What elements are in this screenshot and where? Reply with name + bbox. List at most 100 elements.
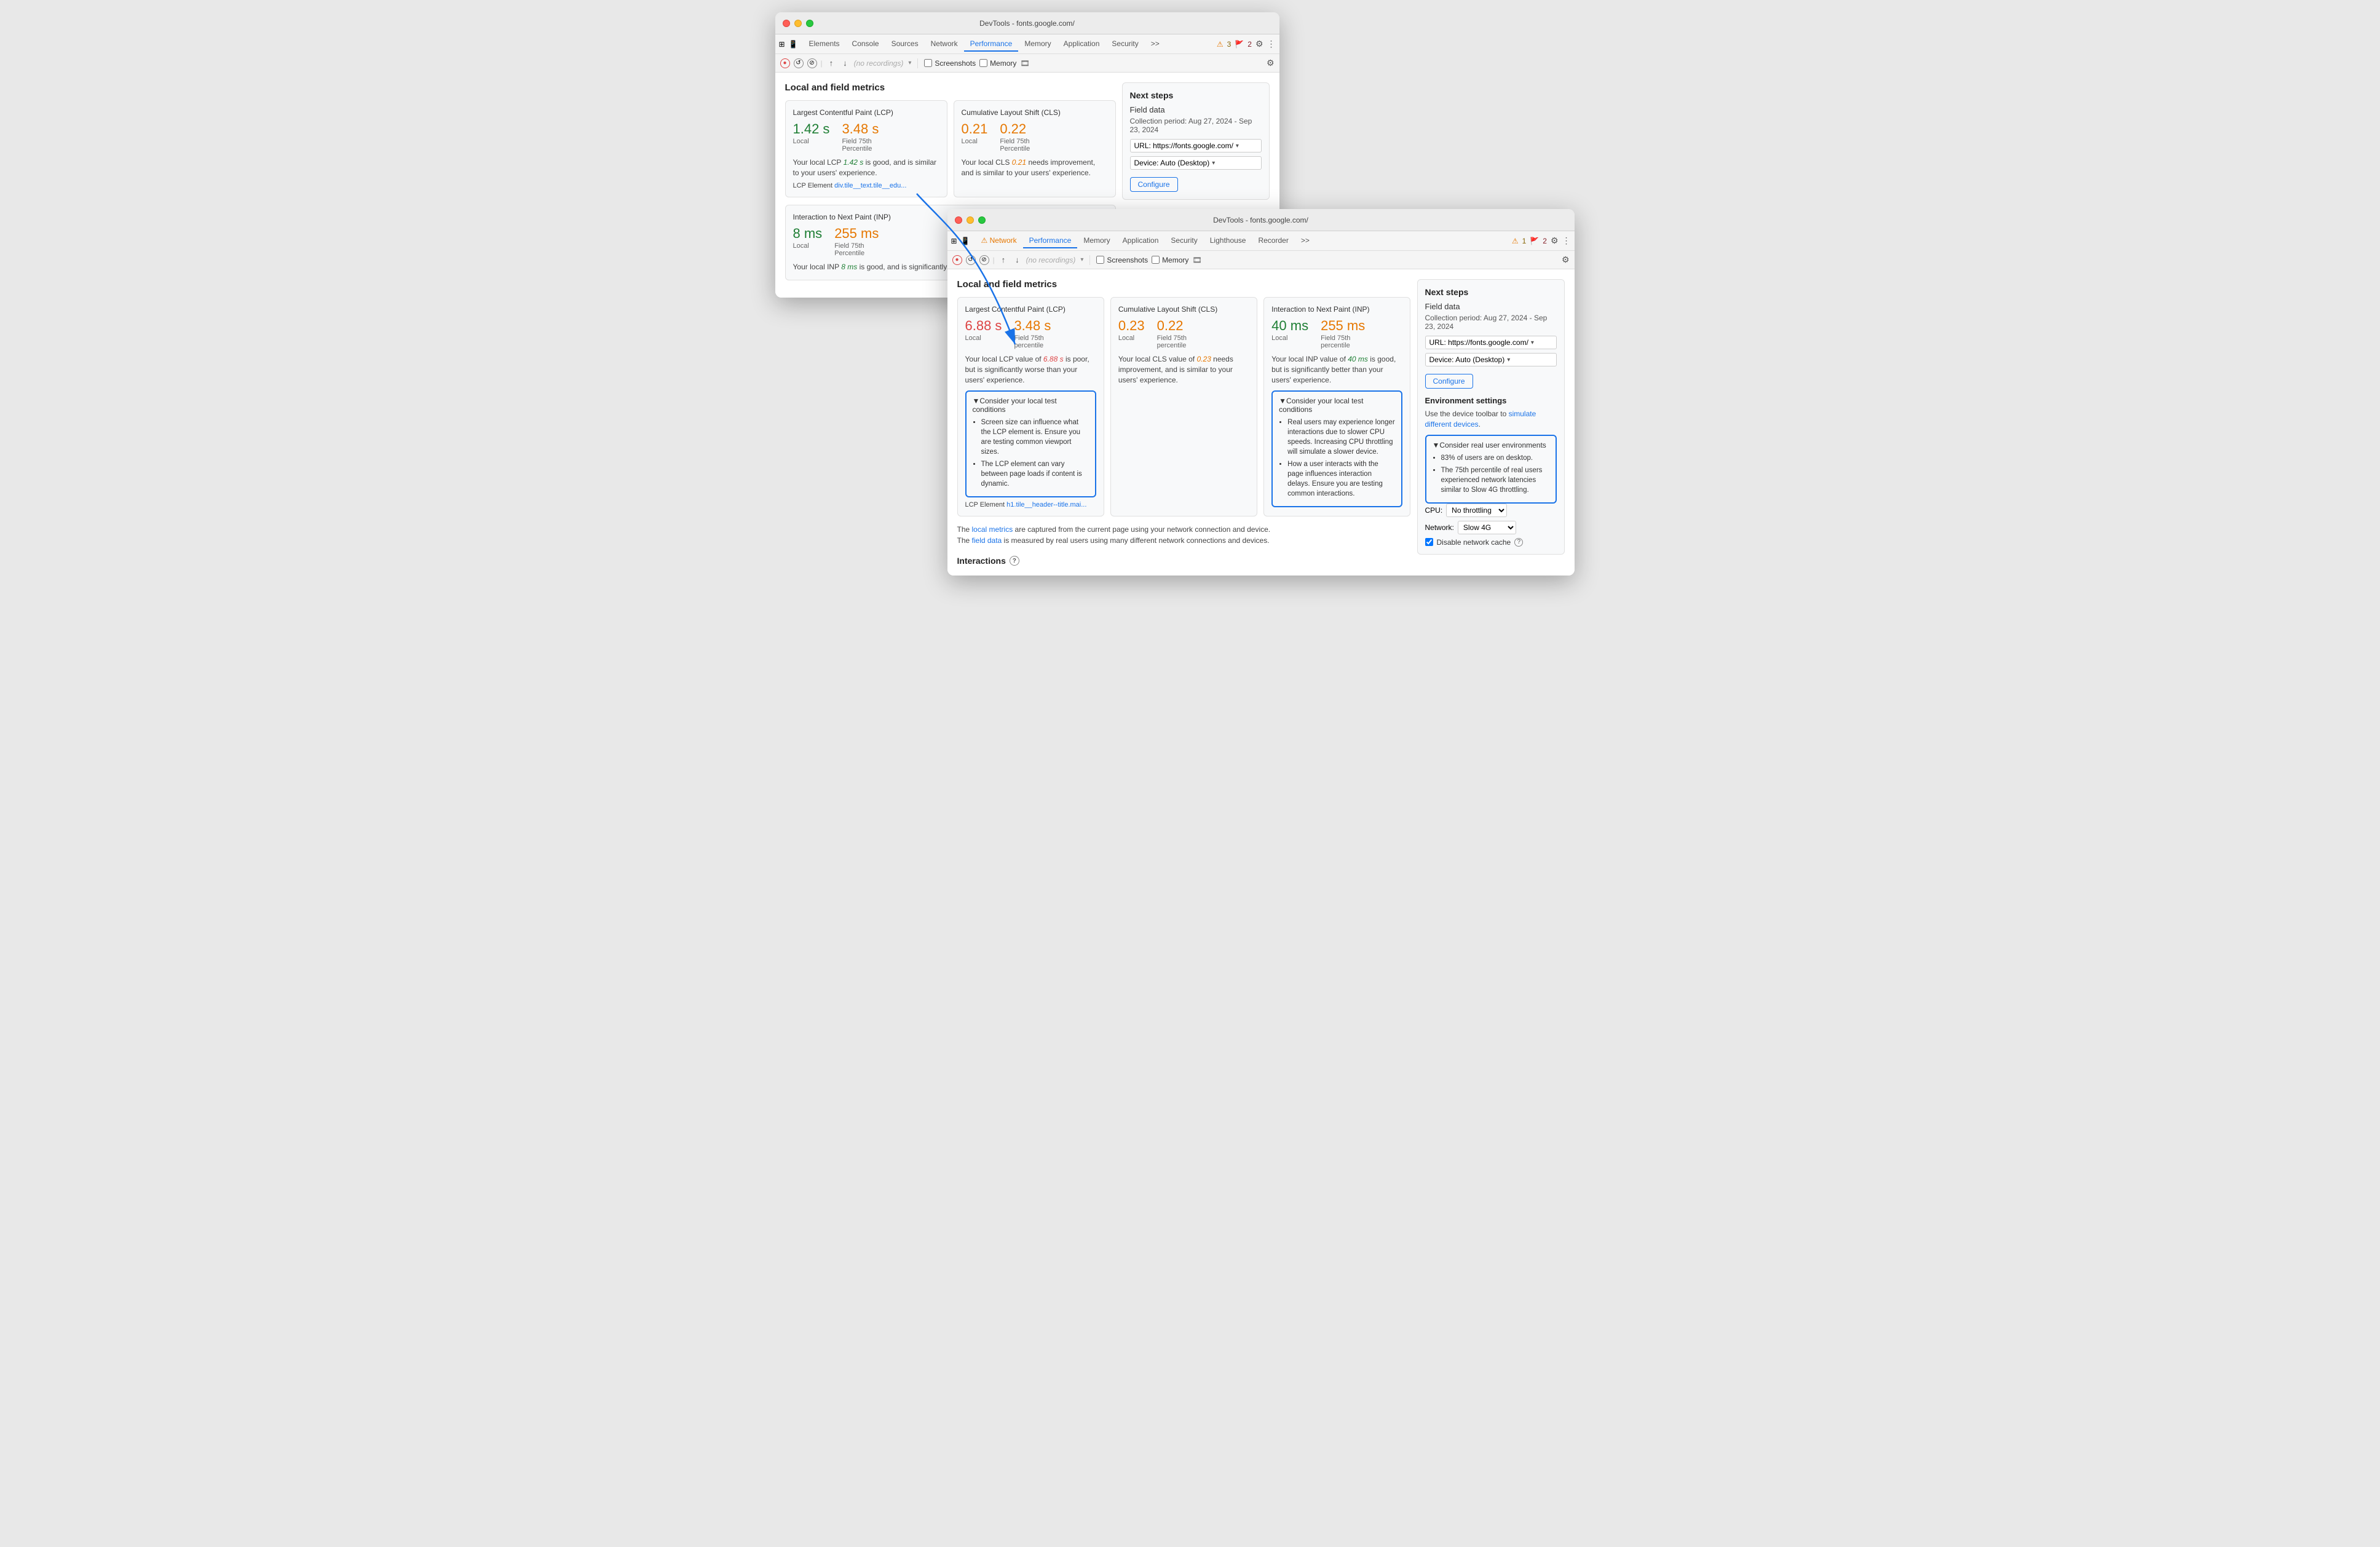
back-lcp-element-link[interactable]: div.tile__text.tile__edu... [834,182,906,189]
minimize-button[interactable] [794,20,802,27]
maximize-button[interactable] [806,20,813,27]
front-cls-title: Cumulative Layout Shift (CLS) [1118,305,1249,314]
reload-button-front[interactable]: ↺ [966,255,976,265]
front-close-button[interactable] [955,216,962,224]
simulate-devices-link[interactable]: simulate different devices [1425,410,1536,429]
tab-performance-front[interactable]: Performance [1023,234,1078,248]
tab-console-back[interactable]: Console [846,37,885,52]
front-inp-card: Interaction to Next Paint (INP) 40 ms Lo… [1263,297,1410,516]
screenshots-check-front[interactable] [1096,256,1104,264]
disable-cache-checkbox[interactable] [1425,538,1433,546]
separator-back [917,58,918,68]
tab-recorder-front[interactable]: Recorder [1252,234,1294,248]
back-configure-btn[interactable]: Configure [1130,177,1178,192]
tab-memory-back[interactable]: Memory [1018,37,1057,52]
interactions-help-icon[interactable]: ? [1010,556,1019,566]
close-button[interactable] [783,20,790,27]
front-cls-desc: Your local CLS value of 0.23 needs impro… [1118,354,1249,385]
front-cls-values: 0.23 Local 0.22 Field 75thpercentile [1118,318,1249,349]
back-lcp-element: LCP Element div.tile__text.tile__edu... [793,182,939,189]
front-real-users-item-2: The 75th percentile of real users experi… [1441,465,1549,495]
front-network-select[interactable]: Slow 4G Fast 4G No throttling [1458,521,1516,534]
front-url-select[interactable]: URL: https://fonts.google.com/ ▾ [1425,336,1557,349]
tab-lighthouse-front[interactable]: Lighthouse [1204,234,1252,248]
tab-security-back[interactable]: Security [1105,37,1144,52]
upload-button-front[interactable]: ↑ [998,253,1009,266]
more-icon-back[interactable]: ⋮ [1267,39,1276,49]
front-title-bar: DevTools - fonts.google.com/ [947,209,1575,231]
back-lcp-card: Largest Contentful Paint (LCP) 1.42 s Lo… [785,100,947,197]
front-cls-local-value: 0.23 [1118,318,1145,333]
front-device-chevron: ▾ [1507,357,1510,363]
tab-application-front[interactable]: Application [1117,234,1165,248]
record-settings-back[interactable]: ⚙ [1267,58,1275,68]
film-icon-front: 🎞 [1192,256,1201,264]
front-real-users-title: ▼Consider real user environments [1433,441,1549,449]
front-url-chevron: ▾ [1531,339,1534,346]
front-cls-field: 0.22 Field 75thpercentile [1157,318,1187,349]
screenshots-checkbox-back[interactable]: Screenshots [924,59,976,68]
warning-icon-front: ⚠ [1512,237,1519,245]
front-window-title: DevTools - fonts.google.com/ [1213,216,1308,224]
recordings-dropdown-front[interactable]: ▾ [1080,256,1083,263]
back-lcp-local: 1.42 s Local [793,122,830,152]
front-minimize-button[interactable] [967,216,974,224]
front-env-desc: Use the device toolbar to simulate diffe… [1425,409,1557,430]
stop-button-back[interactable]: ⊘ [807,58,817,68]
front-lcp-title: Largest Contentful Paint (LCP) [965,305,1096,314]
back-next-steps-title: Next steps [1130,90,1262,100]
back-window-title: DevTools - fonts.google.com/ [979,19,1075,28]
tab-more-front[interactable]: >> [1295,234,1316,248]
back-cls-field: 0.22 Field 75thPercentile [1000,122,1030,152]
memory-checkbox-front[interactable]: Memory [1152,256,1188,264]
front-record-toolbar: ● ↺ ⊘ | ↑ ↓ (no recordings) ▾ Screenshot… [947,251,1575,269]
front-maximize-button[interactable] [978,216,986,224]
tab-network-front[interactable]: ⚠ Network [975,234,1023,248]
separator-front [1089,255,1090,265]
front-panel-main: Local and field metrics Largest Contentf… [957,279,1411,566]
film-icon-back: 🎞 [1020,59,1029,68]
tab-more-back[interactable]: >> [1145,37,1166,52]
front-real-users-list: 83% of users are on desktop. The 75th pe… [1433,453,1549,495]
stop-button-front[interactable]: ⊘ [979,255,989,265]
download-button-front[interactable]: ↓ [1012,253,1022,266]
memory-check-back[interactable] [979,59,987,67]
front-lcp-consider-title: ▼Consider your local test conditions [973,397,1089,414]
memory-checkbox-back[interactable]: Memory [979,59,1016,68]
tab-memory-front[interactable]: Memory [1077,234,1116,248]
disable-cache-help[interactable]: ? [1514,538,1523,547]
front-configure-btn[interactable]: Configure [1425,374,1473,389]
tab-network-back[interactable]: Network [925,37,964,52]
front-lcp-element-link[interactable]: h1.tile__header--title.mai... [1006,501,1086,508]
more-icon-front[interactable]: ⋮ [1562,235,1571,246]
back-inp-field-value: 255 ms [834,226,879,241]
tab-performance-back[interactable]: Performance [964,37,1019,52]
front-lcp-consider-box: ▼Consider your local test conditions Scr… [965,390,1096,498]
settings-icon-back[interactable]: ⚙ [1255,39,1263,49]
back-inp-local: 8 ms Local [793,226,823,257]
screenshots-checkbox-front[interactable]: Screenshots [1096,256,1148,264]
local-metrics-link[interactable]: local metrics [972,525,1013,534]
tab-application-back[interactable]: Application [1058,37,1106,52]
download-button-back[interactable]: ↓ [840,57,850,69]
back-device-select[interactable]: Device: Auto (Desktop) ▾ [1130,156,1262,170]
reload-button-back[interactable]: ↺ [794,58,804,68]
recordings-dropdown-back[interactable]: ▾ [908,60,911,66]
field-data-link[interactable]: field data [972,536,1002,545]
front-cpu-select[interactable]: No throttling 4x slowdown 6x slowdown [1446,504,1507,517]
nav-icons-back: ⚠ 3 🚩 2 ⚙ ⋮ [1217,39,1276,49]
record-settings-front[interactable]: ⚙ [1562,255,1570,265]
screenshots-check-back[interactable] [924,59,932,67]
upload-button-back[interactable]: ↑ [826,57,837,69]
front-device-select[interactable]: Device: Auto (Desktop) ▾ [1425,353,1557,366]
record-button-front[interactable]: ● [952,255,962,265]
back-lcp-field-value: 3.48 s [842,122,879,136]
settings-icon-front[interactable]: ⚙ [1551,235,1559,246]
memory-check-front[interactable] [1152,256,1160,264]
tab-sources-back[interactable]: Sources [885,37,925,52]
record-button-back[interactable]: ● [780,58,790,68]
back-url-select[interactable]: URL: https://fonts.google.com/ ▾ [1130,139,1262,152]
tab-security-front[interactable]: Security [1164,234,1203,248]
tab-elements-back[interactable]: Elements [803,37,846,52]
back-nav-tabs: ⊞ 📱 Elements Console Sources Network Per… [775,34,1279,54]
